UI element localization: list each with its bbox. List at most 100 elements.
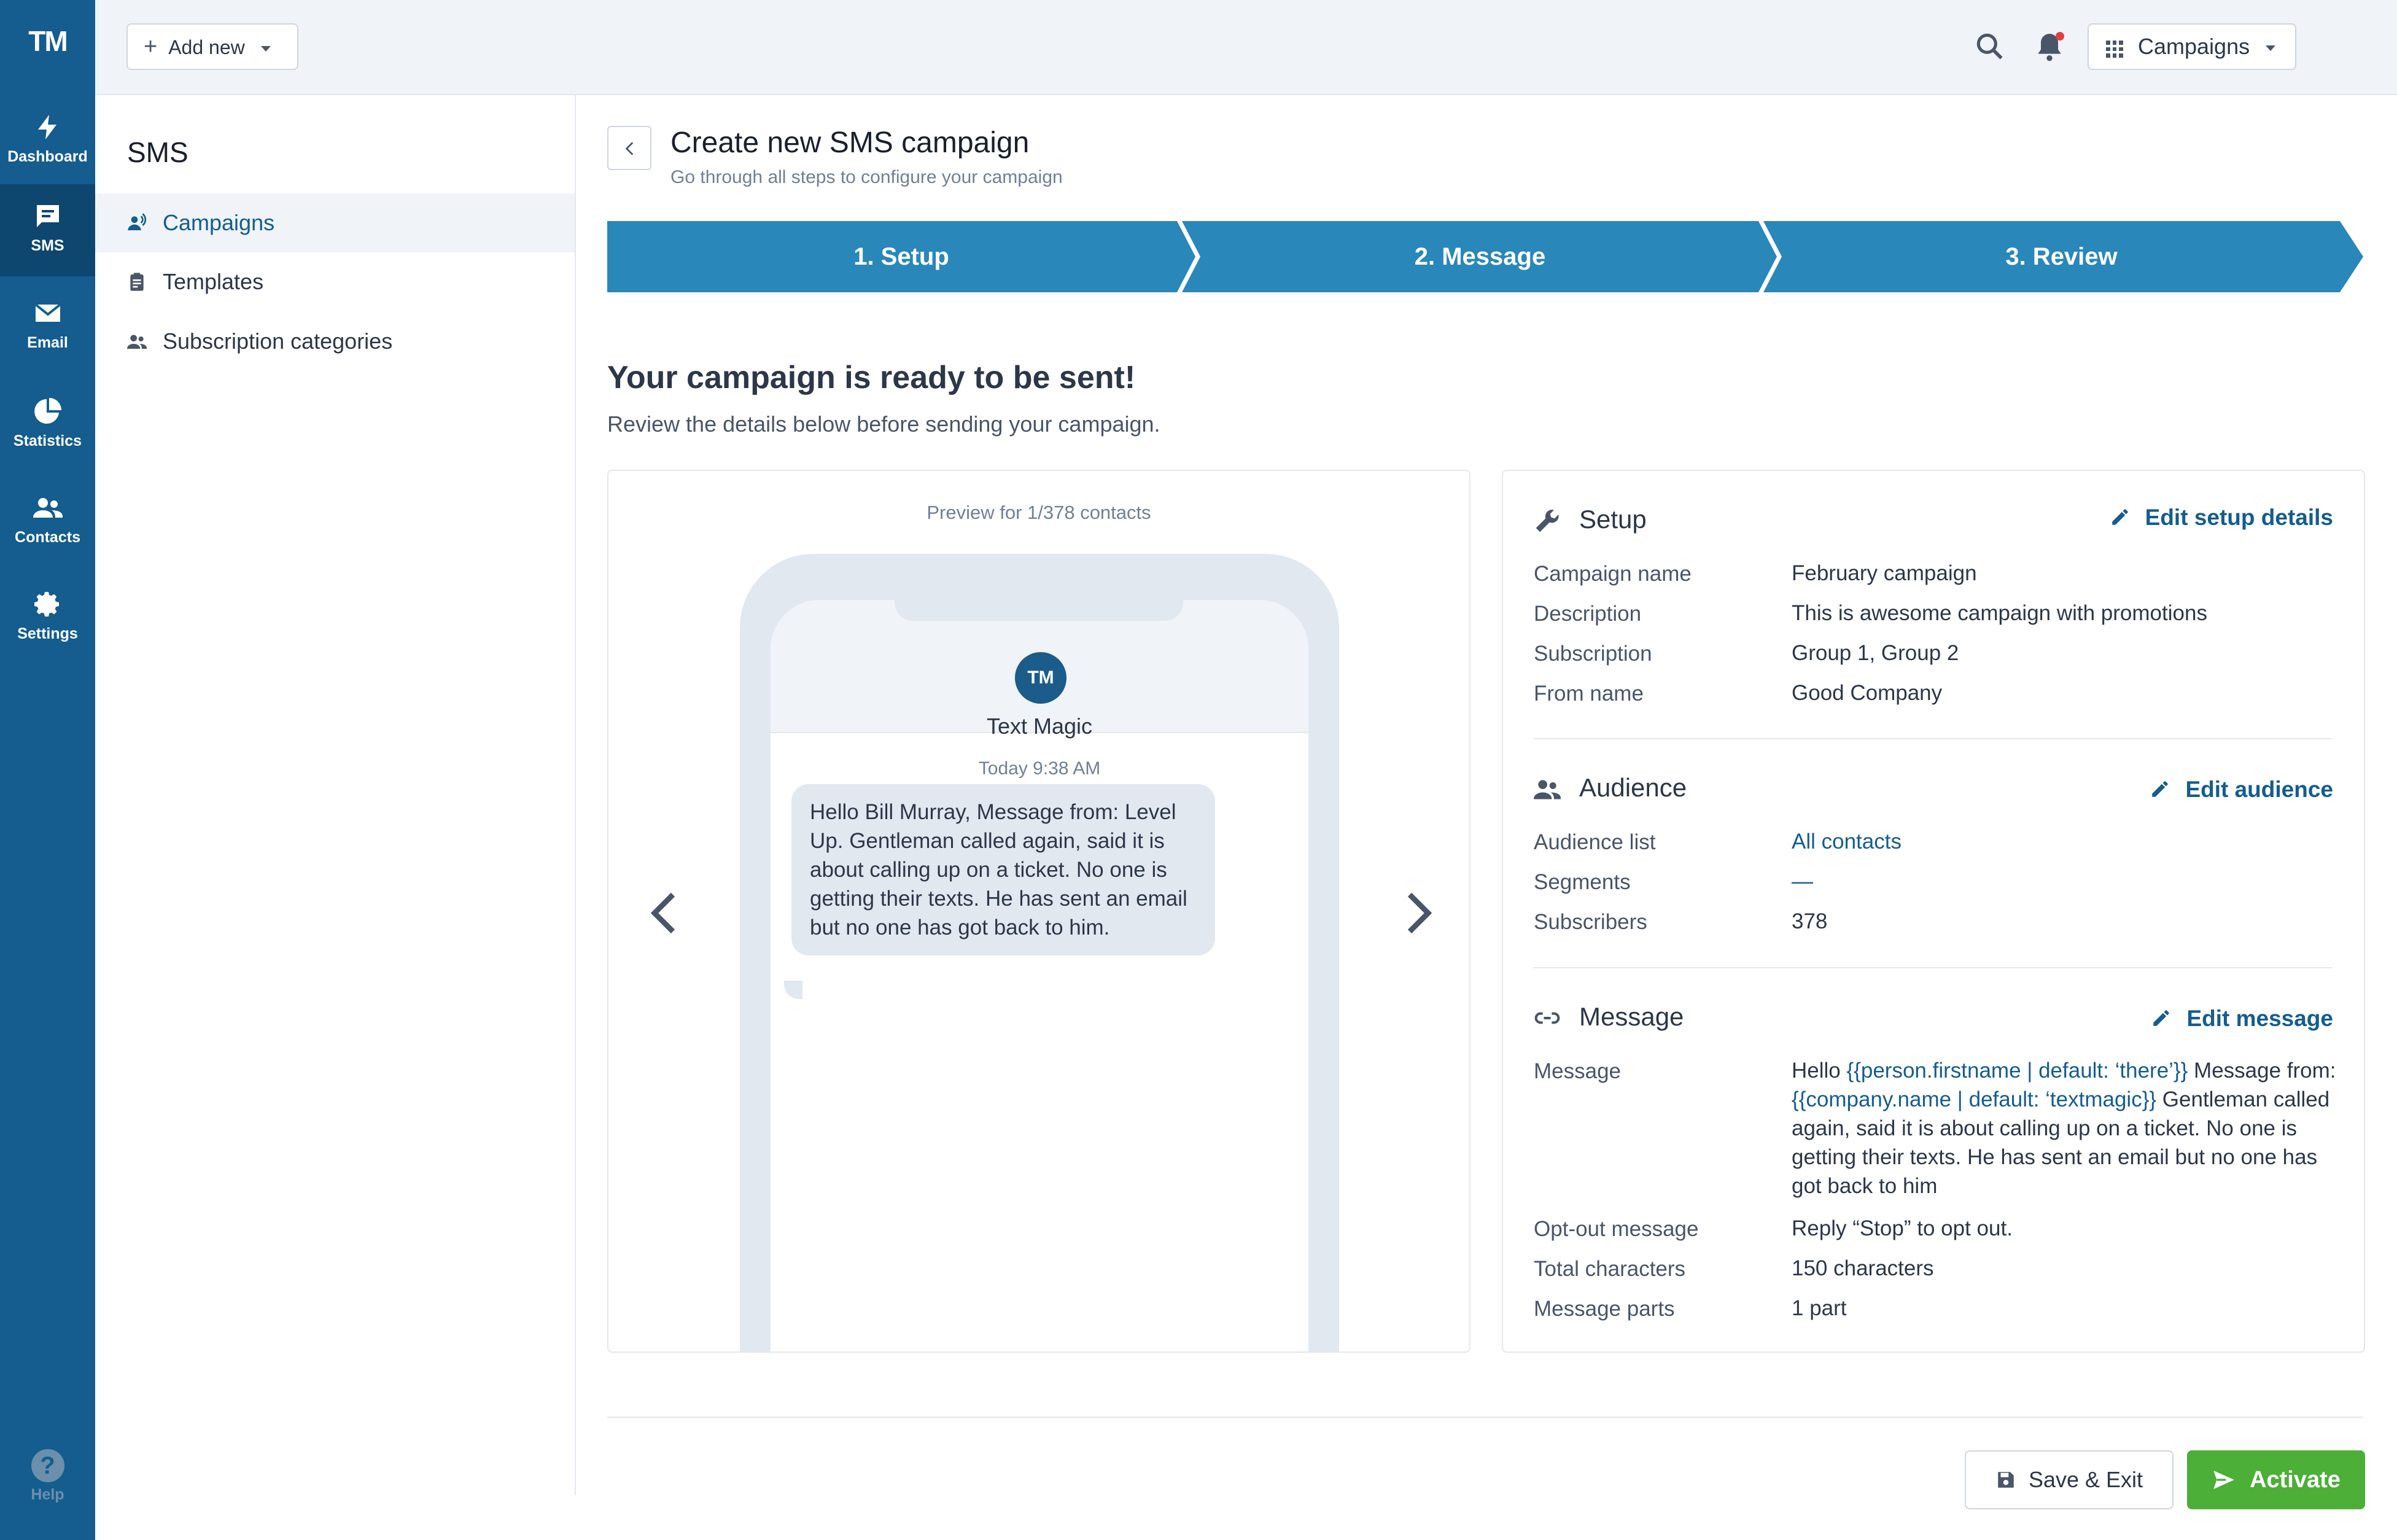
campaign-stepper: 1. Setup 2. Message 3. Review: [607, 221, 2363, 292]
campaign-name-value: February campaign: [1792, 561, 1977, 585]
plus-icon: +: [144, 34, 158, 60]
search-button[interactable]: [1973, 29, 2007, 64]
nav-help[interactable]: ? Help: [0, 1449, 95, 1504]
message-label: Message: [1534, 1059, 1622, 1083]
step-review[interactable]: 3. Review: [1777, 221, 2346, 292]
section-divider: [1534, 738, 2332, 739]
message-parts-label: Message parts: [1534, 1297, 1675, 1321]
phone-notch: [895, 600, 1183, 621]
chevron-left-icon: [625, 142, 634, 155]
message-bubble: Hello Bill Murray, Message from: Level U…: [791, 784, 1215, 955]
notifications-button[interactable]: [2032, 29, 2067, 64]
subscription-label: Subscription: [1534, 642, 1652, 666]
page-title: Create new SMS campaign: [670, 126, 1030, 159]
description-value: This is awesome campaign with promotions: [1792, 601, 2207, 625]
subnav-item-templates[interactable]: Templates: [95, 252, 575, 311]
footer-divider: [607, 1417, 2363, 1418]
nav-sms[interactable]: SMS: [0, 184, 95, 276]
lightning-icon: [37, 115, 56, 139]
step-message[interactable]: 2. Message: [1195, 221, 1765, 292]
setup-section-title: Setup: [1534, 505, 1647, 534]
top-bar: +Add new Campaigns RO: [95, 0, 2397, 95]
audience-list-link[interactable]: All contacts: [1792, 827, 2338, 856]
bubble-tail: [784, 981, 802, 999]
section-divider: [1534, 967, 2332, 968]
link-icon: [1534, 1012, 1560, 1024]
nav-contacts[interactable]: Contacts: [0, 476, 95, 568]
pie-chart-icon: [34, 398, 61, 424]
edit-audience-link[interactable]: Edit audience: [2150, 777, 2333, 803]
send-icon: [2213, 1471, 2234, 1489]
subscription-value: Group 1, Group 2: [1792, 641, 1959, 665]
clipboard-icon: [130, 273, 144, 291]
sms-subnav: SMS Campaigns Templates Subscription cat…: [95, 95, 576, 1495]
campaign-name-label: Campaign name: [1534, 562, 1692, 586]
review-title: Your campaign is ready to be sent!: [607, 360, 1136, 395]
people-icon: [1534, 780, 1561, 799]
chat-icon: [36, 205, 59, 227]
message-section-title: Message: [1534, 1002, 1684, 1032]
notification-dot: [2056, 32, 2064, 41]
wrench-icon: [1536, 510, 1559, 532]
app-switcher-select[interactable]: Campaigns: [2088, 23, 2296, 70]
back-button[interactable]: [607, 126, 651, 170]
sender-avatar: TM: [1015, 652, 1066, 704]
message-timestamp: Today 9:38 AM: [978, 758, 1101, 779]
total-characters-value: 150 characters: [1792, 1256, 1934, 1280]
from-name-value: Good Company: [1792, 681, 1943, 705]
previous-contact-button[interactable]: [645, 889, 682, 938]
subnav-item-subscription-categories[interactable]: Subscription categories: [95, 312, 575, 371]
envelope-icon: [34, 303, 61, 322]
search-icon: [1976, 33, 2003, 60]
subscribers-label: Subscribers: [1534, 910, 1647, 934]
subnav-title: SMS: [127, 136, 188, 168]
audience-section-title: Audience: [1534, 773, 1687, 803]
campaign-details-card: Setup Edit setup details Campaign name F…: [1502, 470, 2365, 1353]
firstname-variable: {{person.firstname | default: ‘there’}}: [1846, 1059, 2188, 1083]
apps-grid-icon: [2106, 41, 2123, 58]
from-name-label: From name: [1534, 682, 1644, 706]
opt-out-value: Reply “Stop” to opt out.: [1792, 1216, 2013, 1240]
description-label: Description: [1534, 602, 1642, 626]
preview-label: Preview for 1/378 contacts: [927, 502, 1151, 523]
save-exit-button[interactable]: Save & Exit: [1965, 1450, 2174, 1509]
caret-down-icon: [260, 46, 271, 52]
company-variable: {{company.name | default: ‘textmagic}}: [1792, 1087, 2157, 1111]
add-new-button[interactable]: + Add new: [126, 23, 298, 70]
message-parts-value: 1 part: [1792, 1296, 1847, 1320]
question-icon: ?: [31, 1449, 64, 1482]
review-subtitle: Review the details below before sending …: [607, 411, 1160, 437]
edit-message-link[interactable]: Edit message: [2151, 1006, 2333, 1032]
people-icon: [33, 498, 63, 518]
subscribers-value: 378: [1792, 909, 1828, 933]
campaigns-icon: [128, 213, 147, 230]
next-contact-button[interactable]: [1401, 889, 1437, 938]
people-icon: [127, 335, 147, 349]
segments-label: Segments: [1534, 870, 1631, 894]
sender-name: Text Magic: [986, 714, 1093, 739]
nav-email[interactable]: Email: [0, 281, 95, 373]
edit-setup-details-link[interactable]: Edit setup details: [2110, 505, 2333, 531]
total-characters-label: Total characters: [1534, 1257, 1686, 1281]
nav-settings[interactable]: Settings: [0, 572, 95, 664]
activate-button[interactable]: Activate: [2187, 1450, 2365, 1509]
phone-mockup: TM Text Magic Today 9:38 AM Hello Bill M…: [740, 554, 1339, 1351]
message-preview-card: Preview for 1/378 contacts TM Text Magic…: [607, 470, 1470, 1353]
conversation-header: TM Text Magic: [771, 600, 1308, 739]
opt-out-label: Opt-out message: [1534, 1217, 1699, 1241]
subnav-item-campaigns[interactable]: Campaigns: [95, 193, 575, 252]
nav-statistics[interactable]: Statistics: [0, 379, 95, 472]
app-logo[interactable]: TM: [0, 25, 95, 58]
page-subtitle: Go through all steps to configure your c…: [670, 167, 1063, 187]
phone-screen: TM Text Magic Today 9:38 AM Hello Bill M…: [771, 600, 1308, 1351]
segments-value: —: [1792, 869, 1813, 893]
nav-dashboard[interactable]: Dashboard: [0, 95, 95, 187]
pencil-icon: [2152, 781, 2169, 797]
audience-list-label: Audience list: [1534, 830, 1656, 854]
step-setup[interactable]: 1. Setup: [607, 221, 1195, 292]
gear-icon: [34, 592, 59, 616]
caret-down-icon: [2266, 45, 2275, 51]
floppy-disk-icon: [1998, 1472, 2014, 1488]
pencil-icon: [2111, 509, 2128, 525]
pencil-icon: [2153, 1010, 2170, 1026]
